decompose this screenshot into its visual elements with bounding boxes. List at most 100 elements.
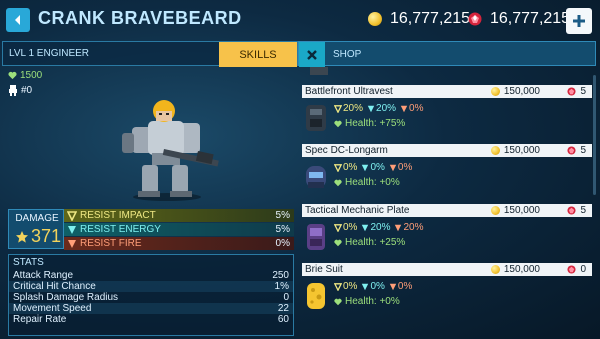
item-impact: 0% xyxy=(334,222,357,233)
shop-title: SHOP xyxy=(333,49,362,60)
gem-balance: 16,777,215 xyxy=(468,10,570,28)
stat-name: Critical Hit Chance xyxy=(13,281,96,292)
item-price-value: 150,000 xyxy=(503,86,540,97)
item-impact: 0% xyxy=(334,281,357,292)
item-bonus-text: Health: +75% xyxy=(345,118,406,129)
stat-row: Attack Range 250 xyxy=(9,270,293,281)
fire-icon xyxy=(389,283,397,290)
item-gem-cost: 5 xyxy=(567,86,586,97)
shop-item[interactable]: Spec DC-Longarm 150,000 5 0% 0% 0% Healt… xyxy=(302,144,592,198)
item-bonus: Health: +75% xyxy=(334,118,405,129)
item-impact: 0% xyxy=(334,162,357,173)
item-energy-value: 20% xyxy=(376,103,397,114)
resist-energy-row: RESIST ENERGY 5% xyxy=(64,223,294,236)
engineer-robot-image xyxy=(122,100,219,201)
stat-row: Movement Speed 22 xyxy=(9,303,293,314)
fire-icon xyxy=(68,239,76,248)
impact-icon xyxy=(67,210,77,221)
item-fire: 0% xyxy=(389,281,412,292)
unit-name: CRANK BRAVEBEARD xyxy=(38,8,242,28)
item-fire: 20% xyxy=(394,222,423,233)
item-price-value: 150,000 xyxy=(503,264,540,275)
stat-row: Splash Damage Radius 0 xyxy=(9,292,293,303)
coin-icon xyxy=(490,265,500,274)
stat-value: 250 xyxy=(272,270,289,281)
shop-item[interactable]: Tactical Mechanic Plate 150,000 5 0% 20%… xyxy=(302,204,592,258)
heart-icon xyxy=(8,71,17,80)
add-currency-button[interactable] xyxy=(566,8,592,34)
item-price: 150,000 xyxy=(490,86,540,97)
item-energy-value: 0% xyxy=(370,281,385,292)
damage-value: 371 xyxy=(31,226,62,246)
heart-icon xyxy=(334,298,342,305)
unit-count: #0 xyxy=(8,85,32,96)
skills-button[interactable]: SKILLS xyxy=(219,42,297,67)
resist-fire-row: RESIST FIRE 0% xyxy=(64,237,294,250)
robot-icon xyxy=(9,85,17,96)
resist-label: RESIST IMPACT xyxy=(80,210,156,221)
energy-icon xyxy=(362,283,369,290)
item-resists: 0% 0% 0% xyxy=(334,162,412,173)
item-price: 150,000 xyxy=(490,205,540,216)
stat-name: Attack Range xyxy=(13,270,74,281)
stats-box: STATS Attack Range 250 Critical Hit Chan… xyxy=(8,254,294,336)
item-energy-value: 20% xyxy=(370,222,391,233)
item-name: Battlefront Ultravest xyxy=(302,85,592,98)
item-price: 150,000 xyxy=(490,145,540,156)
item-fire-value: 0% xyxy=(409,103,424,114)
coin-amount: 16,777,215 xyxy=(390,10,471,27)
item-gem-cost: 0 xyxy=(567,264,586,275)
item-gem-cost: 5 xyxy=(567,145,586,156)
fire-icon xyxy=(400,105,408,112)
item-fire-value: 0% xyxy=(397,162,413,173)
damage-box: DAMAGE 371 xyxy=(8,209,64,249)
shop-scrollbar[interactable] xyxy=(593,75,596,195)
stats-list: Attack Range 250 Critical Hit Chance 1% … xyxy=(9,270,293,325)
stat-name: Splash Damage Radius xyxy=(13,292,119,303)
gem-amount: 16,777,215 xyxy=(490,10,571,27)
item-bonus: Health: +0% xyxy=(334,296,400,307)
gem-icon xyxy=(468,12,482,26)
item-gem-value: 5 xyxy=(580,205,586,216)
stat-value: 22 xyxy=(277,303,289,314)
item-bonus: Health: +0% xyxy=(334,177,400,188)
impact-icon xyxy=(334,163,342,172)
stat-row: Repair Rate 60 xyxy=(9,314,293,325)
item-energy: 0% xyxy=(361,281,385,292)
stat-value: 0 xyxy=(283,292,289,303)
helmet-icon xyxy=(306,166,326,188)
energy-icon xyxy=(367,105,375,112)
back-arrow-icon xyxy=(15,15,20,25)
energy-icon xyxy=(68,225,76,234)
item-impact-value: 0% xyxy=(343,222,358,233)
shop-close-button[interactable] xyxy=(299,42,325,67)
stat-name: Movement Speed xyxy=(13,303,92,314)
item-price-value: 150,000 xyxy=(503,145,540,156)
gem-icon xyxy=(567,87,576,96)
impact-icon xyxy=(334,223,342,232)
coin-icon xyxy=(490,87,500,96)
item-name: Brie Suit xyxy=(302,263,592,276)
shop-item[interactable]: Battlefront Ultravest 150,000 5 20% 20% … xyxy=(302,85,592,139)
stat-name: Repair Rate xyxy=(13,314,67,325)
item-gem-value: 5 xyxy=(580,86,586,97)
damage-label: DAMAGE xyxy=(15,213,59,224)
previous-item-peek xyxy=(310,67,328,75)
resist-value: 5% xyxy=(275,224,290,235)
shop-header: SHOP xyxy=(298,41,596,67)
shop-item[interactable]: Brie Suit 150,000 0 0% 0% 0% Health: +0% xyxy=(302,263,592,317)
back-button[interactable] xyxy=(6,8,30,32)
item-gem-cost: 5 xyxy=(567,205,586,216)
item-fire-value: 0% xyxy=(397,281,413,292)
unit-panel: LVL 1 ENGINEER SKILLS 1500 #0 DAMAGE 371 xyxy=(2,41,298,337)
damage-stat: 371 xyxy=(15,226,61,247)
energy-icon xyxy=(362,164,369,171)
item-impact: 20% xyxy=(334,103,363,114)
item-energy: 20% xyxy=(361,222,390,233)
item-price: 150,000 xyxy=(490,264,540,275)
item-bonus: Health: +25% xyxy=(334,237,405,248)
item-gem-value: 5 xyxy=(580,145,586,156)
resist-value: 0% xyxy=(275,238,290,249)
item-resists: 0% 20% 20% xyxy=(334,222,423,233)
armor-plate-icon xyxy=(307,224,325,250)
